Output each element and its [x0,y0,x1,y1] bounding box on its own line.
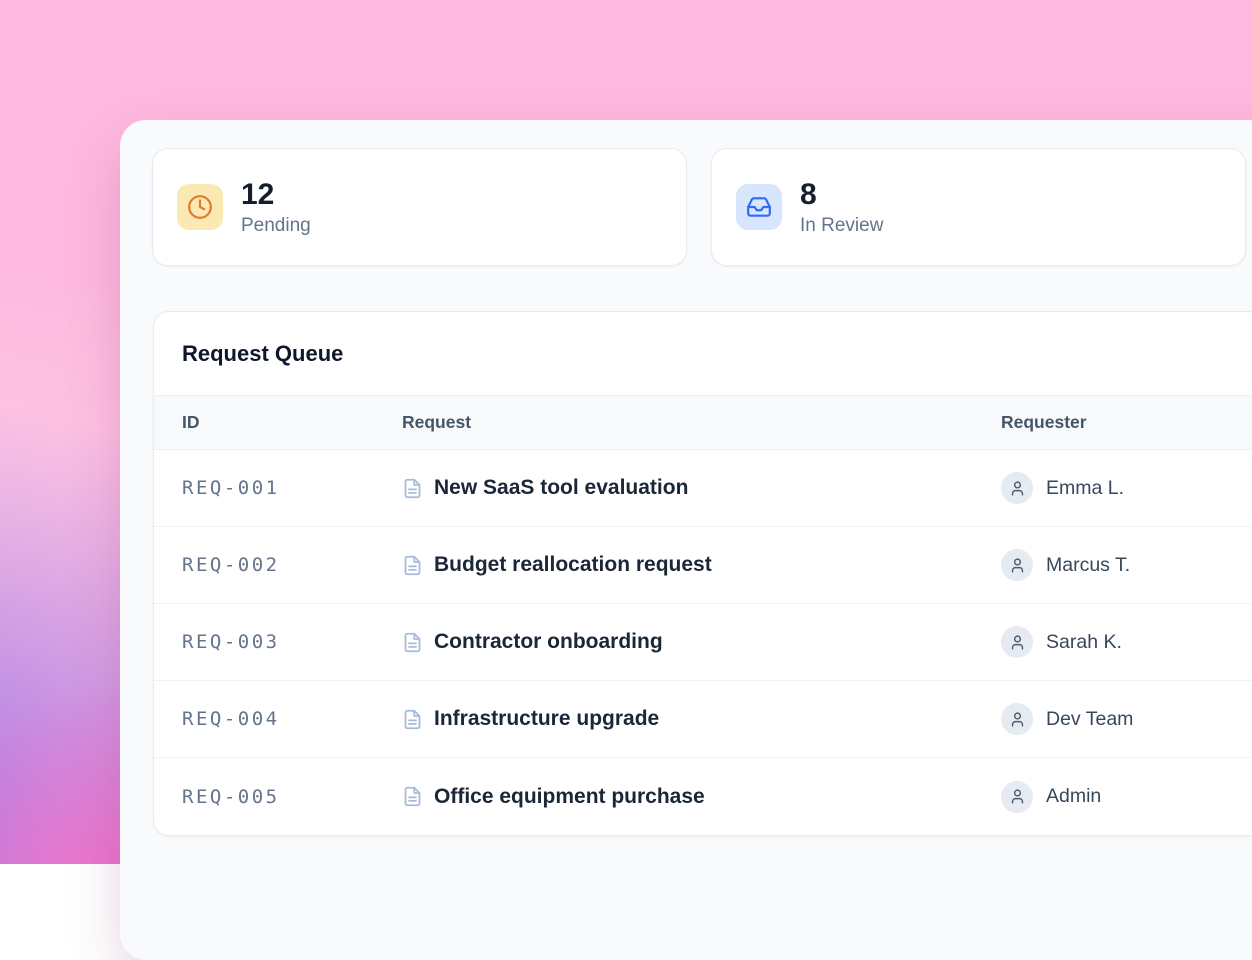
requester-name: Emma L. [1046,477,1124,500]
table-row[interactable]: REQ-002 Budget reallocation request [154,527,1252,604]
table-header-row: ID Request Requester [154,396,1252,450]
file-text-icon [402,632,423,653]
table-row[interactable]: REQ-005 Office equipment purchase [154,758,1252,835]
stat-text: 8 In Review [800,178,883,237]
requester-name: Sarah K. [1046,631,1122,654]
request-title: Contractor onboarding [434,630,663,654]
file-text-icon [402,709,423,730]
user-icon [1009,480,1026,497]
user-icon [1009,788,1026,805]
pending-label: Pending [241,215,311,237]
request-title: New SaaS tool evaluation [434,476,688,500]
stat-text: 12 Pending [241,178,311,237]
file-text-icon [402,786,423,807]
request-title: Office equipment purchase [434,785,705,809]
table-title: Request Queue [154,312,1252,396]
request-id: REQ-001 [182,477,402,499]
table-row[interactable]: REQ-003 Contractor onboarding [154,604,1252,681]
table-row[interactable]: REQ-004 Infrastructure upgrade [154,681,1252,758]
pending-count: 12 [241,178,311,211]
request-id: REQ-003 [182,631,402,653]
main-panel: 12 Pending 8 In Review Request Queue ID … [120,120,1252,960]
file-text-icon [402,478,423,499]
column-header-requester: Requester [1001,412,1252,433]
requester-name: Admin [1046,785,1101,808]
user-icon [1009,557,1026,574]
avatar [1001,703,1033,735]
user-icon [1009,634,1026,651]
requester-name: Marcus T. [1046,554,1130,577]
table-row[interactable]: REQ-001 New SaaS tool evaluation [154,450,1252,527]
file-text-icon [402,555,423,576]
request-queue-card: Request Queue ID Request Requester REQ-0… [153,311,1252,836]
request-title: Infrastructure upgrade [434,707,659,731]
table-body: REQ-001 New SaaS tool evaluation [154,450,1252,835]
in-review-label: In Review [800,215,883,237]
column-header-id: ID [182,412,402,433]
avatar [1001,781,1033,813]
stat-card-pending: 12 Pending [152,148,687,266]
column-header-request: Request [402,412,1001,433]
in-review-count: 8 [800,178,883,211]
requester-name: Dev Team [1046,708,1133,731]
stats-row: 12 Pending 8 In Review [152,148,1246,266]
inbox-icon [736,184,782,230]
request-id: REQ-005 [182,786,402,808]
stat-card-in-review: 8 In Review [711,148,1246,266]
request-id: REQ-002 [182,554,402,576]
request-id: REQ-004 [182,708,402,730]
clock-icon [177,184,223,230]
request-title: Budget reallocation request [434,553,712,577]
avatar [1001,472,1033,504]
user-icon [1009,711,1026,728]
avatar [1001,549,1033,581]
avatar [1001,626,1033,658]
